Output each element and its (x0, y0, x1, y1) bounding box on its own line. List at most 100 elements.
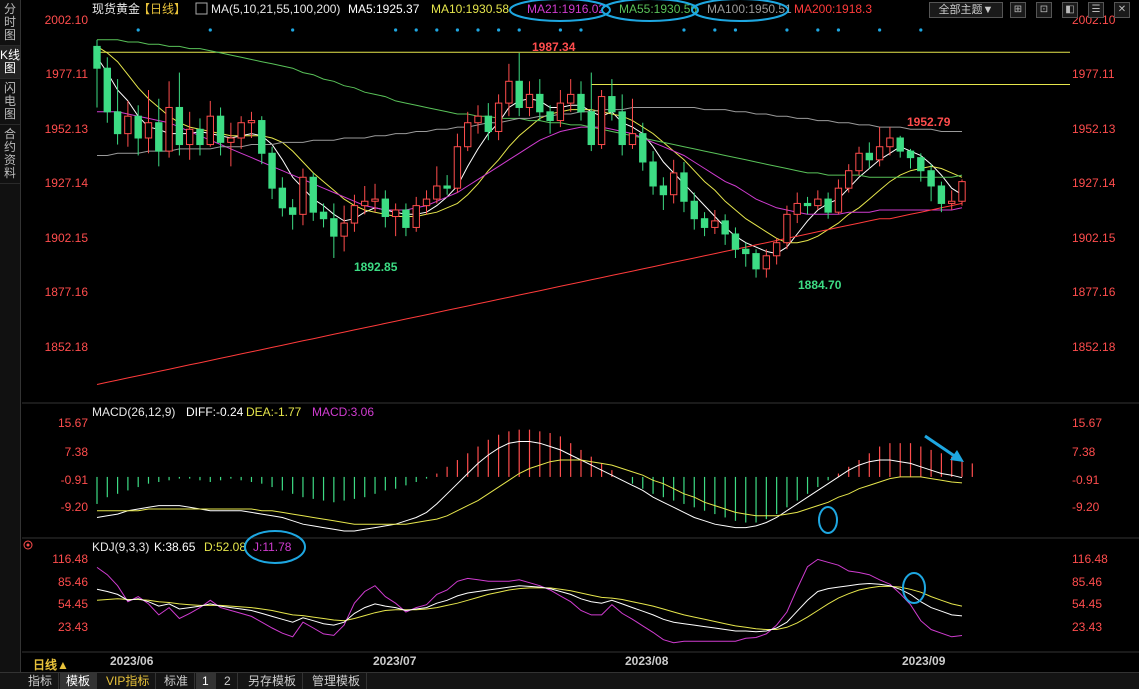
candle-body (917, 157, 925, 172)
candle-body (875, 146, 884, 161)
event-dot (919, 28, 923, 32)
macd-axis-label: -0.91 (61, 473, 89, 487)
kdj-k-line (96, 582, 963, 633)
candle-body (783, 213, 791, 244)
kdj-axis-label-right: 116.48 (1072, 552, 1108, 566)
candle-body (927, 170, 935, 187)
price-axis-label: 2002.10 (45, 13, 89, 27)
period-button[interactable]: 日线▲ (33, 656, 69, 673)
price-axis-label: 1902.15 (45, 231, 89, 245)
candle-body (855, 152, 863, 172)
candle-body (731, 233, 740, 250)
tab-kline[interactable]: K线图 (0, 46, 20, 79)
event-dot (208, 28, 212, 32)
candle-body (515, 80, 523, 108)
kdj-plot[interactable] (96, 558, 963, 644)
maximize-icon[interactable]: ⊡ (1036, 2, 1052, 18)
price-axis-label-right: 1902.15 (1072, 231, 1116, 245)
candle-body (680, 172, 688, 202)
candle-body (536, 93, 544, 113)
candle-body (185, 128, 194, 146)
candle-body (155, 122, 163, 152)
close-icon[interactable]: ✕ (1114, 2, 1130, 18)
event-dot (455, 28, 460, 32)
macd-title: MACD(26,12,9) (92, 405, 175, 419)
candle-body (227, 137, 235, 143)
candle-body (134, 115, 142, 139)
date-axis-label: 2023/07 (373, 654, 417, 668)
tab-templates[interactable]: 模板 (60, 673, 98, 689)
kdj-title: KDJ(9,3,3) (92, 540, 149, 554)
date-axis-label: 2023/09 (902, 654, 946, 668)
candle-body (618, 111, 626, 146)
candle-body (505, 80, 513, 104)
candle-body (669, 172, 678, 196)
candle-body (247, 120, 256, 124)
macd-plot[interactable] (96, 429, 973, 532)
macd-axis-label-right: -9.20 (1072, 500, 1100, 514)
candle-body (350, 205, 359, 224)
split-icon[interactable]: ◧ (1062, 2, 1078, 18)
candle-body (587, 111, 595, 146)
candle-body (896, 137, 904, 152)
event-dot (558, 28, 562, 32)
candle-body (577, 93, 585, 113)
price-axis-label-right: 1952.13 (1072, 122, 1116, 136)
macd-axis-label-right: -0.91 (1072, 473, 1100, 487)
candle-body (752, 253, 760, 270)
price-axis-label: 1952.13 (45, 122, 89, 136)
ma200-value: MA200:1918.3 (794, 2, 872, 16)
candle-body (402, 209, 410, 228)
candle-body (422, 198, 431, 207)
candle-body (494, 102, 503, 132)
event-dot (579, 28, 583, 32)
event-dot (785, 28, 789, 32)
ma5-value: MA5:1925.37 (348, 2, 420, 16)
tab-indicators[interactable]: 指标 (22, 673, 60, 689)
candlestick-plot[interactable] (93, 39, 1070, 385)
candle-body (144, 122, 153, 139)
kdj-k: K:38.65 (154, 540, 196, 554)
layout-icon[interactable]: ⊞ (1010, 2, 1026, 18)
tab-page-1[interactable]: 1 (196, 673, 216, 689)
candle-body (834, 187, 843, 213)
candle-body (566, 93, 575, 104)
tab-timeshare[interactable]: 分时图 (0, 0, 20, 46)
tab-flash[interactable]: 闪电图 (0, 79, 20, 125)
candle-body (937, 185, 946, 204)
tab-vip-indicators[interactable]: VIP指标 (100, 673, 157, 689)
candle-body (649, 161, 657, 187)
candle-body (443, 185, 451, 189)
settings-icon[interactable] (23, 540, 33, 550)
tab-contract-info[interactable]: 合约资料 (0, 125, 20, 184)
high-label: 1952.79 (907, 115, 951, 129)
kdj-axis-label: 85.46 (58, 575, 88, 589)
event-dot (435, 28, 439, 32)
kdj-axis-label-right: 85.46 (1072, 575, 1102, 589)
candle-body (299, 176, 307, 215)
manage-templates-button[interactable]: 管理模板 (306, 673, 368, 689)
list-icon[interactable]: ☰ (1088, 2, 1104, 18)
event-dot (836, 28, 841, 32)
date-axis-label: 2023/08 (625, 654, 669, 668)
candle-body (237, 122, 245, 139)
high-label: 1987.34 (532, 40, 576, 54)
candle-body (659, 185, 668, 196)
candle-body (484, 115, 493, 132)
macd-axis-label-right: 15.67 (1072, 416, 1102, 430)
candle-body (597, 96, 606, 146)
tab-standard[interactable]: 标准 (158, 673, 196, 689)
macd-diff: DIFF:-0.24 (186, 405, 244, 419)
price-axis-label: 1877.16 (45, 285, 89, 299)
candle-body (711, 220, 719, 228)
ma55-value: MA55:1930.56 (619, 2, 697, 16)
chart-area[interactable]: 现货黄金 【日线】 MA(5,10,21,55,100,200) MA5:192… (22, 0, 1139, 672)
tab-page-2[interactable]: 2 (218, 673, 238, 689)
candle-body (721, 220, 729, 235)
theme-dropdown[interactable]: 全部主题▼ (929, 2, 1003, 18)
candle-body (464, 122, 472, 148)
candle-body (113, 111, 122, 135)
event-dot (878, 28, 882, 32)
save-template-button[interactable]: 另存模板 (242, 673, 304, 689)
macd-axis-label-right: 7.38 (1072, 445, 1096, 459)
